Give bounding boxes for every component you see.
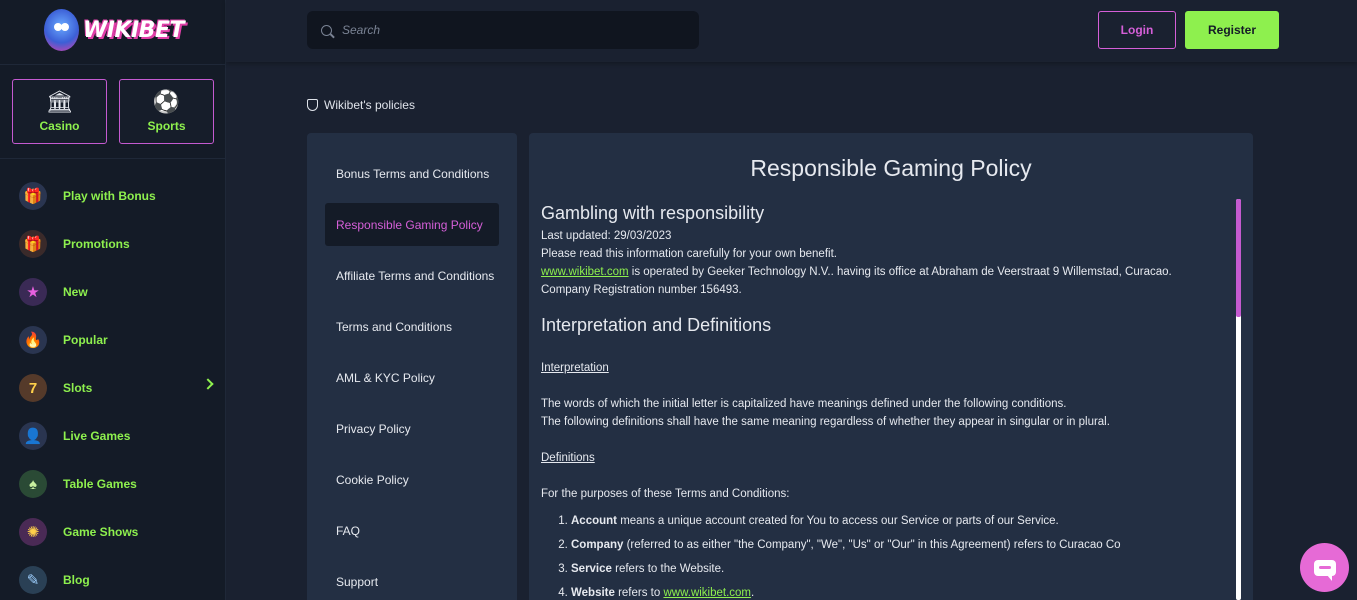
sidebar-item-label: Live Games (63, 429, 131, 443)
fire-icon: 🔥 (19, 326, 47, 354)
sidebar-item-table-games[interactable]: ♠ Table Games (0, 460, 226, 508)
gift-icon: 🎁 (19, 230, 47, 258)
register-button[interactable]: Register (1185, 11, 1279, 49)
sidebar: WIKIBET 🏛 Casino ⚽ Sports 🎁 Play with Bo… (0, 0, 226, 600)
last-updated: Last updated: 29/03/2023 (541, 230, 672, 242)
list-item: Account means a unique account created f… (571, 509, 1221, 533)
sidebar-item-slots[interactable]: 7 Slots (0, 364, 226, 412)
paragraph: The following definitions shall have the… (541, 416, 1110, 428)
read-note: Please read this information carefully f… (541, 248, 837, 260)
soccer-ball-icon: ⚽ (152, 88, 181, 114)
list-item: Company (referred to as either "the Comp… (571, 533, 1221, 557)
sidebar-item-label: Game Shows (63, 525, 139, 539)
login-button[interactable]: Login (1098, 11, 1176, 49)
policy-menu-item[interactable]: FAQ (325, 509, 499, 552)
scrollbar-thumb[interactable] (1236, 199, 1241, 317)
sidebar-item-popular[interactable]: 🔥 Popular (0, 316, 226, 364)
casino-button[interactable]: 🏛 Casino (12, 79, 107, 144)
subheading-definitions: Definitions (541, 452, 595, 464)
sidebar-item-label: Promotions (63, 237, 130, 251)
sidebar-item-label: Table Games (63, 477, 137, 491)
divider (0, 64, 226, 65)
casino-label: Casino (39, 118, 80, 133)
site-link[interactable]: www.wikibet.com (541, 266, 629, 278)
sports-label: Sports (147, 118, 186, 133)
policy-content-panel: Responsible Gaming Policy Gambling with … (529, 133, 1253, 600)
policy-menu-item[interactable]: Privacy Policy (325, 407, 499, 450)
search-box[interactable] (307, 11, 699, 49)
casino-building-icon: 🏛 (45, 88, 74, 114)
page-title: Responsible Gaming Policy (750, 155, 1032, 181)
policy-menu-item[interactable]: Support (325, 560, 499, 600)
logo[interactable]: WIKIBET (44, 8, 185, 52)
logo-mascot-icon (44, 9, 79, 51)
bonus-icon: 🎁 (19, 182, 47, 210)
search-input[interactable] (342, 23, 662, 37)
paragraph: The words of which the initial letter is… (541, 398, 1067, 410)
definitions-list: Account means a unique account created f… (571, 509, 1221, 600)
policy-menu: Bonus Terms and Conditions Responsible G… (307, 133, 517, 600)
operator-paragraph: www.wikibet.com is operated by Geeker Te… (541, 266, 1172, 296)
sidebar-item-blog[interactable]: ✎ Blog (0, 556, 226, 600)
policy-menu-item[interactable]: AML & KYC Policy (325, 356, 499, 399)
paragraph: For the purposes of these Terms and Cond… (541, 488, 790, 500)
sidebar-item-label: Slots (63, 381, 93, 395)
chevron-right-icon[interactable] (202, 378, 214, 390)
list-item: Website refers to www.wikibet.com. (571, 581, 1221, 600)
policies-heading: Wikibet's policies (307, 98, 415, 112)
scrollbar[interactable] (1236, 199, 1241, 600)
section-title: Interpretation and Definitions (541, 315, 772, 335)
policy-menu-item[interactable]: Terms and Conditions (325, 305, 499, 348)
policy-menu-item[interactable]: Cookie Policy (325, 458, 499, 501)
sidebar-item-label: Blog (63, 573, 90, 587)
search-icon (321, 24, 332, 36)
dealer-icon: 👤 (19, 422, 47, 450)
topbar: Login Register (226, 0, 1357, 62)
site-link[interactable]: www.wikibet.com (663, 587, 751, 599)
sidebar-item-label: Play with Bonus (63, 189, 156, 203)
policies-heading-text: Wikibet's policies (324, 98, 415, 112)
table-icon: ♠ (19, 470, 47, 498)
policy-menu-item[interactable]: Affiliate Terms and Conditions (325, 254, 499, 297)
slot-machine-icon: 7 (19, 374, 47, 402)
star-icon: ★ (19, 278, 47, 306)
list-item: Service refers to the Website. (571, 557, 1221, 581)
sidebar-item-promotions[interactable]: 🎁 Promotions (0, 220, 226, 268)
shield-icon (307, 99, 318, 111)
sidebar-item-game-shows[interactable]: ✺ Game Shows (0, 508, 226, 556)
sidebar-nav: 🎁 Play with Bonus 🎁 Promotions ★ New 🔥 P… (0, 172, 226, 600)
policy-menu-item[interactable]: Bonus Terms and Conditions (325, 152, 499, 195)
chat-icon (1313, 559, 1336, 581)
wheel-icon: ✺ (19, 518, 47, 546)
divider (0, 158, 226, 159)
blog-icon: ✎ (19, 566, 47, 594)
sidebar-item-live-games[interactable]: 👤 Live Games (0, 412, 226, 460)
chat-button[interactable] (1300, 543, 1349, 592)
sidebar-item-label: Popular (63, 333, 108, 347)
sidebar-item-play-with-bonus[interactable]: 🎁 Play with Bonus (0, 172, 226, 220)
sports-button[interactable]: ⚽ Sports (119, 79, 214, 144)
section-title: Gambling with responsibility (541, 203, 765, 223)
sidebar-item-label: New (63, 285, 88, 299)
policy-text: Gambling with responsibility Last update… (541, 201, 1221, 600)
subheading-interpretation: Interpretation (541, 362, 609, 374)
policy-menu-item-active[interactable]: Responsible Gaming Policy (325, 203, 499, 246)
logo-text: WIKIBET (83, 17, 185, 43)
sidebar-item-new[interactable]: ★ New (0, 268, 226, 316)
